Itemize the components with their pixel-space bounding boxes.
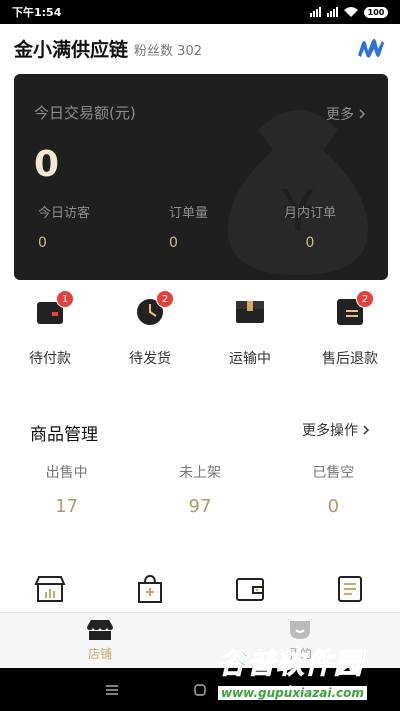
tools-row [0,570,400,608]
fans-value: 302 [177,44,202,59]
stat-value: 0 [169,235,178,251]
order-label: 待发货 [129,351,171,367]
product-stat-value: 17 [55,496,79,517]
tab-store[interactable]: 店铺 [0,613,200,668]
stat-label: 订单量 [169,206,209,221]
document-list-icon[interactable] [300,570,400,608]
chevron-right-icon [359,109,366,119]
wallet-icon: 1 [34,290,74,328]
fans-label: 粉丝数 [134,44,174,59]
stat-monthly-orders[interactable]: 月内订单 0 [284,202,336,251]
product-stat-value: 0 [327,496,340,517]
badge: 2 [356,290,374,308]
brand-logo-icon[interactable] [356,37,386,59]
chevron-right-icon [363,425,370,435]
order-label: 售后退款 [322,351,378,367]
order-pending-payment[interactable]: 1 待付款 [0,290,100,380]
sales-summary-card: ¥ 今日交易额(元) 更多 0 今日访客 0 订单量 0 月内订单 0 [14,74,388,280]
stat-value: 0 [38,235,47,251]
store-chart-icon[interactable] [0,570,100,608]
battery-icon: 100 [364,6,388,18]
product-stat-on-sale[interactable]: 出售中 17 [0,462,133,517]
refund-icon: 2 [334,290,374,328]
product-stat-label: 未上架 [178,465,221,481]
product-stat-value: 97 [188,496,212,517]
product-stat-label: 出售中 [45,465,88,481]
stat-label: 月内订单 [284,206,337,221]
watermark-url: www.gupuxiazai.com [218,686,367,700]
order-status-row: 1 待付款 2 待发货 运输中 2 售后退款 [0,290,400,380]
signal-icon [327,7,338,17]
product-stat-label: 已售空 [312,465,355,481]
status-bar: 下午1:54 100 [0,0,400,24]
profile-icon [290,621,310,639]
order-in-transit[interactable]: 运输中 [200,290,300,380]
card-title: 今日交易额(元) [34,104,136,122]
tab-label: 店铺 [87,647,112,661]
stat-label: 今日访客 [38,206,91,221]
wifi-icon [344,7,358,17]
card-more-link[interactable]: 更多 [326,104,366,124]
product-stat-sold-out[interactable]: 已售空 0 [267,462,400,517]
order-label: 待付款 [29,351,71,367]
store-icon [87,620,113,640]
product-management-title: 商品管理 [30,425,98,445]
more-actions-label: 更多操作 [302,423,358,439]
watermark: 谷普软件园 www.gupuxiazai.com [218,642,394,700]
header: 金小满供应链 粉丝数 302 [0,24,400,72]
order-refund[interactable]: 2 售后退款 [300,290,400,380]
product-stats: 出售中 17 未上架 97 已售空 0 [0,462,400,517]
home-icon[interactable] [193,683,207,697]
status-time: 下午1:54 [12,6,62,19]
trade-amount: 0 [34,144,60,185]
signal-icon [310,7,321,17]
wallet-outline-icon[interactable] [200,570,300,608]
shopping-bag-plus-icon[interactable] [100,570,200,608]
box-icon [234,296,266,328]
battery-level: 100 [364,6,388,18]
clock-icon: 2 [134,290,174,328]
stat-visitors[interactable]: 今日访客 0 [38,202,90,251]
stat-value: 0 [305,235,315,251]
order-pending-shipment[interactable]: 2 待发货 [100,290,200,380]
menu-icon[interactable] [105,683,119,697]
more-actions-link[interactable]: 更多操作 [302,420,370,440]
product-stat-unlisted[interactable]: 未上架 97 [133,462,266,517]
fans-count: 粉丝数 302 [134,40,202,59]
card-more-label: 更多 [326,107,354,123]
shop-name[interactable]: 金小满供应链 [14,35,128,62]
badge: 2 [156,290,174,308]
order-label: 运输中 [229,351,271,367]
stat-orders[interactable]: 订单量 0 [169,202,208,251]
watermark-text: 谷普软件园 [218,647,364,681]
badge: 1 [56,290,74,308]
